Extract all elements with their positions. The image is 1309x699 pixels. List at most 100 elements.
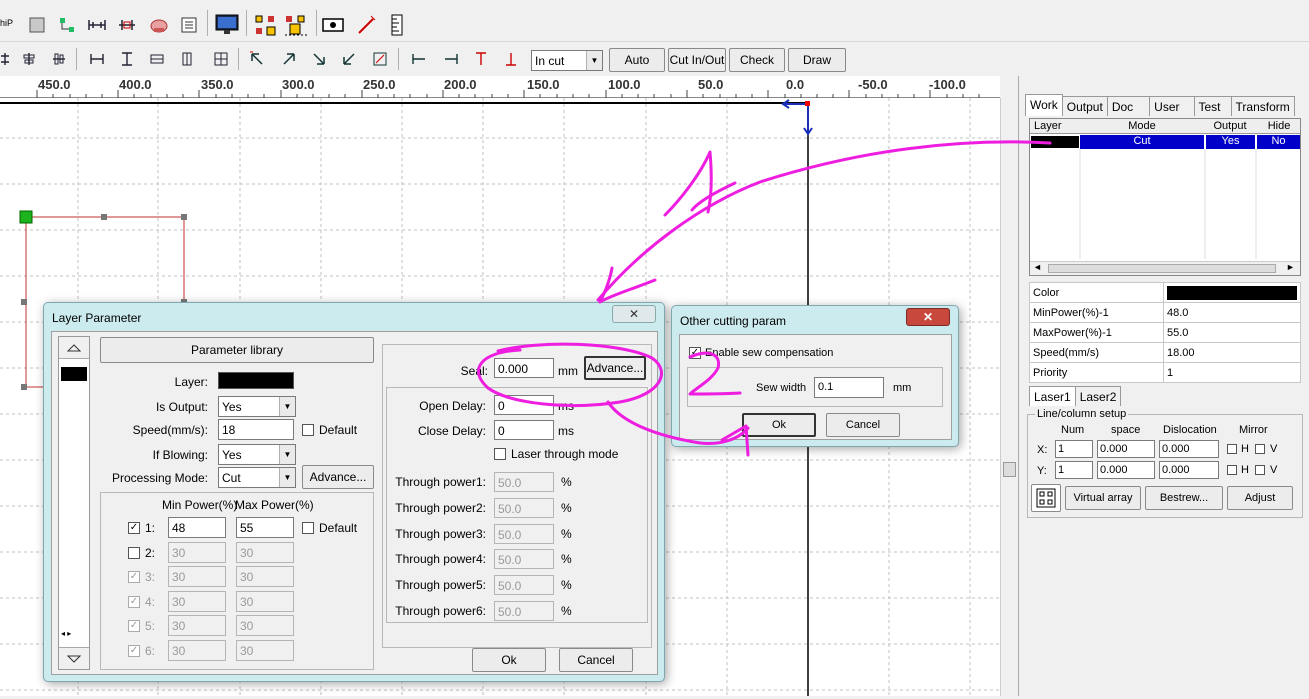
draw-button[interactable]: Draw (788, 48, 846, 72)
align-center-v-icon[interactable] (46, 46, 72, 72)
through-power-input[interactable]: 50.0 (494, 497, 554, 518)
scrollbar-thumb[interactable] (1003, 462, 1016, 477)
layer-table[interactable]: Layer Mode Output Hide Cut Yes No ◄ ► (1029, 118, 1301, 276)
parameter-library-button[interactable]: Parameter library (100, 337, 374, 363)
power-row-checkbox[interactable]: ✓ (128, 595, 140, 608)
canvas-vertical-scrollbar[interactable] (1000, 98, 1018, 696)
distribute-v-icon[interactable] (174, 46, 200, 72)
y-dislocation-input[interactable]: 0.000 (1159, 461, 1219, 479)
tab-laser2[interactable]: Laser2 (1074, 386, 1122, 406)
move-right-icon[interactable] (438, 46, 464, 72)
y-mirror-v-checkbox[interactable] (1255, 465, 1265, 475)
align-v-icon[interactable] (114, 12, 140, 38)
layer-hide[interactable]: No (1256, 135, 1300, 149)
through-power-input[interactable]: 50.0 (494, 601, 554, 621)
prop-value[interactable]: 1 (1163, 362, 1301, 383)
tab-work[interactable]: Work (1025, 94, 1063, 116)
layer-row[interactable]: Cut Yes No (1030, 135, 1300, 149)
arrow-bottom-left-icon[interactable] (336, 46, 362, 72)
y-num-input[interactable]: 1 (1055, 461, 1093, 479)
min-power-input[interactable]: 30 (168, 639, 226, 661)
power-row-checkbox[interactable] (128, 546, 140, 559)
layer-list[interactable]: ◂ ▸ (58, 336, 90, 670)
array-icon[interactable] (251, 10, 281, 40)
max-power-input[interactable]: 30 (236, 615, 294, 636)
if-blowing-select[interactable]: Yes ▼ (218, 444, 296, 465)
prop-value[interactable]: 18.00 (1163, 342, 1301, 363)
power-row-checkbox[interactable]: ✓ (128, 620, 140, 632)
same-width-icon[interactable] (84, 46, 110, 72)
open-delay-input[interactable]: 0 (494, 395, 554, 415)
power-row-checkbox[interactable]: ✓ (128, 522, 140, 534)
power-row-checkbox[interactable]: ✓ (128, 571, 140, 583)
min-power-input[interactable]: 30 (168, 541, 226, 563)
virtual-array-button[interactable]: Virtual array (1065, 486, 1141, 510)
min-power-input[interactable]: 30 (168, 590, 226, 612)
layer-list-item[interactable] (61, 367, 87, 381)
array2-icon[interactable] (281, 10, 311, 40)
enable-sew-checkbox[interactable]: ✓ (689, 347, 701, 359)
same-height-icon[interactable] (114, 46, 140, 72)
max-power-input[interactable]: 55 (236, 517, 294, 538)
seal-advance-button[interactable]: Advance... (584, 356, 646, 380)
tab-test[interactable]: Test (1193, 96, 1232, 116)
x-space-input[interactable]: 0.000 (1097, 440, 1155, 458)
layer-color-box[interactable] (218, 372, 294, 389)
align-center-h-icon[interactable] (16, 46, 42, 72)
move-left-icon[interactable] (406, 46, 432, 72)
through-power-input[interactable]: 50.0 (494, 523, 554, 544)
prop-value[interactable]: 48.0 (1163, 302, 1301, 323)
layer-table-hscrollbar[interactable]: ◄ ► (1030, 261, 1300, 275)
power-row-checkbox[interactable]: ✓ (128, 644, 140, 657)
close-icon[interactable]: ✕ (612, 305, 656, 323)
through-power-input[interactable]: 50.0 (494, 575, 554, 596)
scroll-left-icon[interactable]: ◄ (1033, 262, 1042, 272)
arrow-top-left-icon[interactable] (244, 46, 270, 72)
scroll-left-icon[interactable]: ◂ ▸ (61, 629, 71, 638)
is-output-select[interactable]: Yes ▼ (218, 396, 296, 417)
tab-user[interactable]: User (1149, 96, 1195, 116)
bestrew-button[interactable]: Bestrew... (1145, 486, 1223, 510)
through-power-input[interactable]: 50.0 (494, 549, 554, 570)
prop-value[interactable]: 55.0 (1163, 322, 1301, 343)
laser-through-checkbox[interactable] (494, 448, 506, 460)
select-icon[interactable] (24, 12, 50, 38)
scroll-right-icon[interactable]: ► (1286, 262, 1295, 272)
y-mirror-h-checkbox[interactable] (1227, 465, 1237, 475)
seal-input[interactable]: 0.000 (494, 358, 554, 378)
auto-button[interactable]: Auto (609, 48, 665, 72)
close-delay-input[interactable]: 0 (494, 420, 554, 440)
center-icon[interactable] (208, 46, 234, 72)
arrow-bottom-right-icon[interactable] (306, 46, 332, 72)
wand-icon[interactable] (354, 12, 380, 38)
origin-center-icon[interactable] (367, 46, 393, 72)
camera-icon[interactable] (321, 12, 347, 38)
tab-transform[interactable]: Transform (1230, 96, 1295, 116)
processing-mode-select[interactable]: Cut ▼ (218, 467, 296, 488)
align-h-icon[interactable] (84, 12, 110, 38)
prop-color-value[interactable] (1163, 282, 1301, 303)
tab-doc[interactable]: Doc (1106, 96, 1151, 116)
ok-button[interactable]: Ok (742, 413, 816, 437)
check-button[interactable]: Check (729, 48, 785, 72)
data-list-icon[interactable] (176, 12, 202, 38)
speed-input[interactable]: 18 (218, 419, 294, 440)
move-up-icon[interactable] (468, 46, 494, 72)
laser-head-icon[interactable] (146, 12, 172, 38)
power-default-checkbox[interactable] (302, 522, 314, 534)
x-dislocation-input[interactable]: 0.000 (1159, 440, 1219, 458)
tab-laser1[interactable]: Laser1 (1029, 386, 1076, 406)
max-power-input[interactable]: 30 (236, 590, 294, 612)
x-mirror-v-checkbox[interactable] (1255, 444, 1265, 454)
max-power-input[interactable]: 30 (236, 639, 294, 661)
monitor-icon[interactable] (212, 10, 242, 40)
min-power-input[interactable]: 30 (168, 615, 226, 636)
close-icon[interactable]: ✕ (906, 308, 950, 326)
cut-mode-select[interactable]: In cut ▼ (531, 50, 603, 71)
min-power-input[interactable]: 30 (168, 566, 226, 587)
processing-advance-button[interactable]: Advance... (302, 465, 374, 489)
x-num-input[interactable]: 1 (1055, 440, 1093, 458)
max-power-input[interactable]: 30 (236, 566, 294, 587)
adjust-button[interactable]: Adjust (1227, 486, 1293, 510)
move-down-icon[interactable] (498, 46, 524, 72)
